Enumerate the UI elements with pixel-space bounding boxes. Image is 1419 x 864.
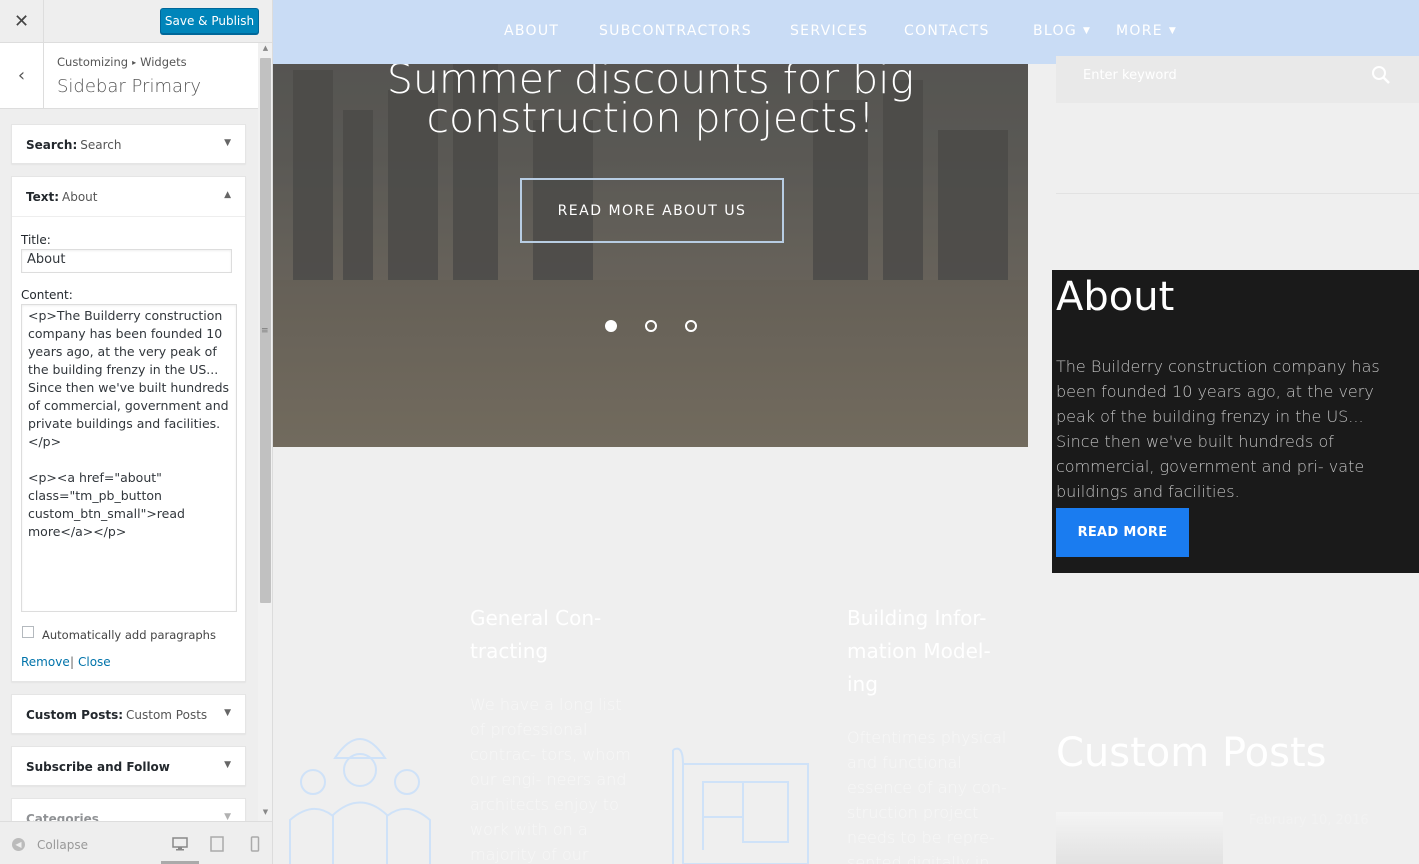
customizer-panel: ✕ Save & Publish ‹ Customizing ▸ Widgets S…: [0, 0, 273, 864]
content-label: Content:: [21, 288, 73, 302]
nav-services[interactable]: SERVICES: [790, 23, 868, 39]
widget-type-label: Search:: [26, 138, 78, 152]
nav-blog-label: BLOG: [1033, 23, 1077, 39]
chevron-down-icon[interactable]: ▼: [224, 760, 231, 770]
search-icon[interactable]: [1371, 65, 1391, 85]
title-label: Title:: [21, 233, 51, 247]
widget-search-header[interactable]: Search: Search ▼: [12, 125, 245, 165]
breadcrumb-customizing: Customizing: [57, 55, 129, 69]
about-widget-highlighted: About The Builderry construction company…: [1052, 270, 1419, 573]
widget-name-label: Search: [80, 138, 122, 152]
save-publish-button[interactable]: Save & Publish: [160, 8, 259, 34]
close-link[interactable]: Close: [78, 655, 111, 669]
site-preview: Summer discounts for big construction pr…: [273, 0, 1419, 864]
nav-contacts[interactable]: CONTACTS: [904, 23, 990, 39]
widget-search[interactable]: Search: Search ▼: [11, 124, 246, 164]
widget-custom-posts-header[interactable]: Custom Posts: Custom Posts ▼: [12, 695, 245, 735]
hero-slider: Summer discounts for big construction pr…: [273, 0, 1028, 447]
service-title-bim[interactable]: Building Infor- mation Model- ing: [847, 602, 1007, 701]
service-text: We have a long list of professional cont…: [470, 695, 631, 864]
slider-dot-2[interactable]: [645, 320, 657, 332]
title-input[interactable]: About: [21, 249, 232, 273]
service-title-general-contracting[interactable]: General Con- tracting: [470, 602, 620, 668]
widget-name-label: Custom Posts: [126, 708, 208, 722]
widget-text-header[interactable]: Text: About ▲: [12, 177, 245, 217]
close-customizer-button[interactable]: ✕: [0, 0, 44, 43]
post-date[interactable]: February 10, 2016: [1249, 813, 1369, 828]
widget-subscribe[interactable]: Subscribe and Follow ▼: [11, 746, 246, 786]
chevron-left-icon: ‹: [17, 65, 26, 86]
blueprint-icon: [672, 747, 809, 864]
collapse-button[interactable]: Collapse: [37, 838, 88, 852]
workers-icon: [289, 738, 431, 864]
widget-type-label: Custom Posts:: [26, 708, 124, 722]
customizer-footer: ◀ Collapse: [0, 821, 272, 864]
collapse-icon[interactable]: ◀: [12, 838, 25, 851]
section-title: Sidebar Primary: [57, 76, 202, 97]
sidebar-search-input[interactable]: Enter keyword: [1056, 56, 1419, 103]
chevron-down-icon: ▼: [1082, 26, 1092, 36]
nav-blog[interactable]: BLOG ▼: [1033, 23, 1091, 39]
content-textarea[interactable]: <p>The Builderry construction company ha…: [21, 304, 237, 612]
link-separator: |: [70, 655, 75, 669]
mobile-icon[interactable]: [247, 836, 263, 852]
scroll-up-icon[interactable]: ▲: [259, 44, 272, 56]
chevron-down-icon[interactable]: ▼: [224, 708, 231, 718]
widget-name-label: About: [62, 189, 98, 204]
about-text: The Builderry construction company has b…: [1056, 357, 1380, 501]
hero-title: Summer discounts for big construction pr…: [386, 55, 915, 142]
slider-dot-1[interactable]: [605, 320, 617, 332]
nav-more-label: MORE: [1116, 23, 1163, 39]
read-more-about-us-button[interactable]: READ MORE ABOUT US: [520, 178, 784, 243]
customizer-header: ✕ Save & Publish: [0, 0, 272, 43]
scroll-down-icon[interactable]: ▼: [259, 808, 272, 820]
autop-label[interactable]: Automatically add paragraphs: [42, 628, 216, 642]
service-text: Oftentimes physical and functional essen…: [847, 728, 1007, 864]
main-navigation: ABOUT SUBCONTRACTORS SERVICES CONTACTS B…: [273, 0, 1419, 64]
nav-subcontractors[interactable]: SUBCONTRACTORS: [599, 23, 752, 39]
back-button[interactable]: ‹: [0, 43, 44, 108]
desktop-icon[interactable]: [172, 836, 188, 852]
about-title: About: [1056, 274, 1175, 320]
widget-subscribe-header[interactable]: Subscribe and Follow ▼: [12, 747, 245, 787]
breadcrumb-separator-icon: ▸: [132, 58, 137, 67]
custom-posts-title: Custom Posts: [1056, 730, 1327, 776]
breadcrumb-widgets: Widgets: [140, 55, 187, 69]
widget-text-about: Text: About ▲ Title: About Content: <p>T…: [11, 176, 246, 682]
chevron-down-icon[interactable]: ▼: [224, 138, 231, 148]
tablet-icon[interactable]: [209, 836, 225, 852]
post-thumbnail[interactable]: [1056, 812, 1223, 864]
section-title-bar: ‹ Customizing ▸ Widgets Sidebar Primary: [0, 43, 258, 109]
chevron-down-icon: ▼: [1168, 26, 1178, 36]
chevron-up-icon[interactable]: ▲: [224, 190, 231, 200]
close-icon: ✕: [13, 11, 30, 32]
sidebar-divider: [1056, 193, 1419, 194]
search-placeholder: Enter keyword: [1083, 68, 1177, 83]
breadcrumb: Customizing ▸ Widgets: [57, 55, 187, 69]
slider-dot-3[interactable]: [685, 320, 697, 332]
nav-more[interactable]: MORE ▼: [1116, 23, 1177, 39]
about-read-more-button[interactable]: READ MORE: [1056, 508, 1189, 557]
widget-type-label: Subscribe and Follow: [26, 760, 170, 774]
autop-checkbox[interactable]: [22, 626, 34, 638]
widget-type-label: Text:: [26, 189, 60, 204]
scroll-grip-icon: ≡: [261, 326, 269, 336]
remove-link[interactable]: Remove: [21, 655, 70, 669]
nav-about[interactable]: ABOUT: [504, 23, 559, 39]
widget-custom-posts[interactable]: Custom Posts: Custom Posts ▼: [11, 694, 246, 734]
